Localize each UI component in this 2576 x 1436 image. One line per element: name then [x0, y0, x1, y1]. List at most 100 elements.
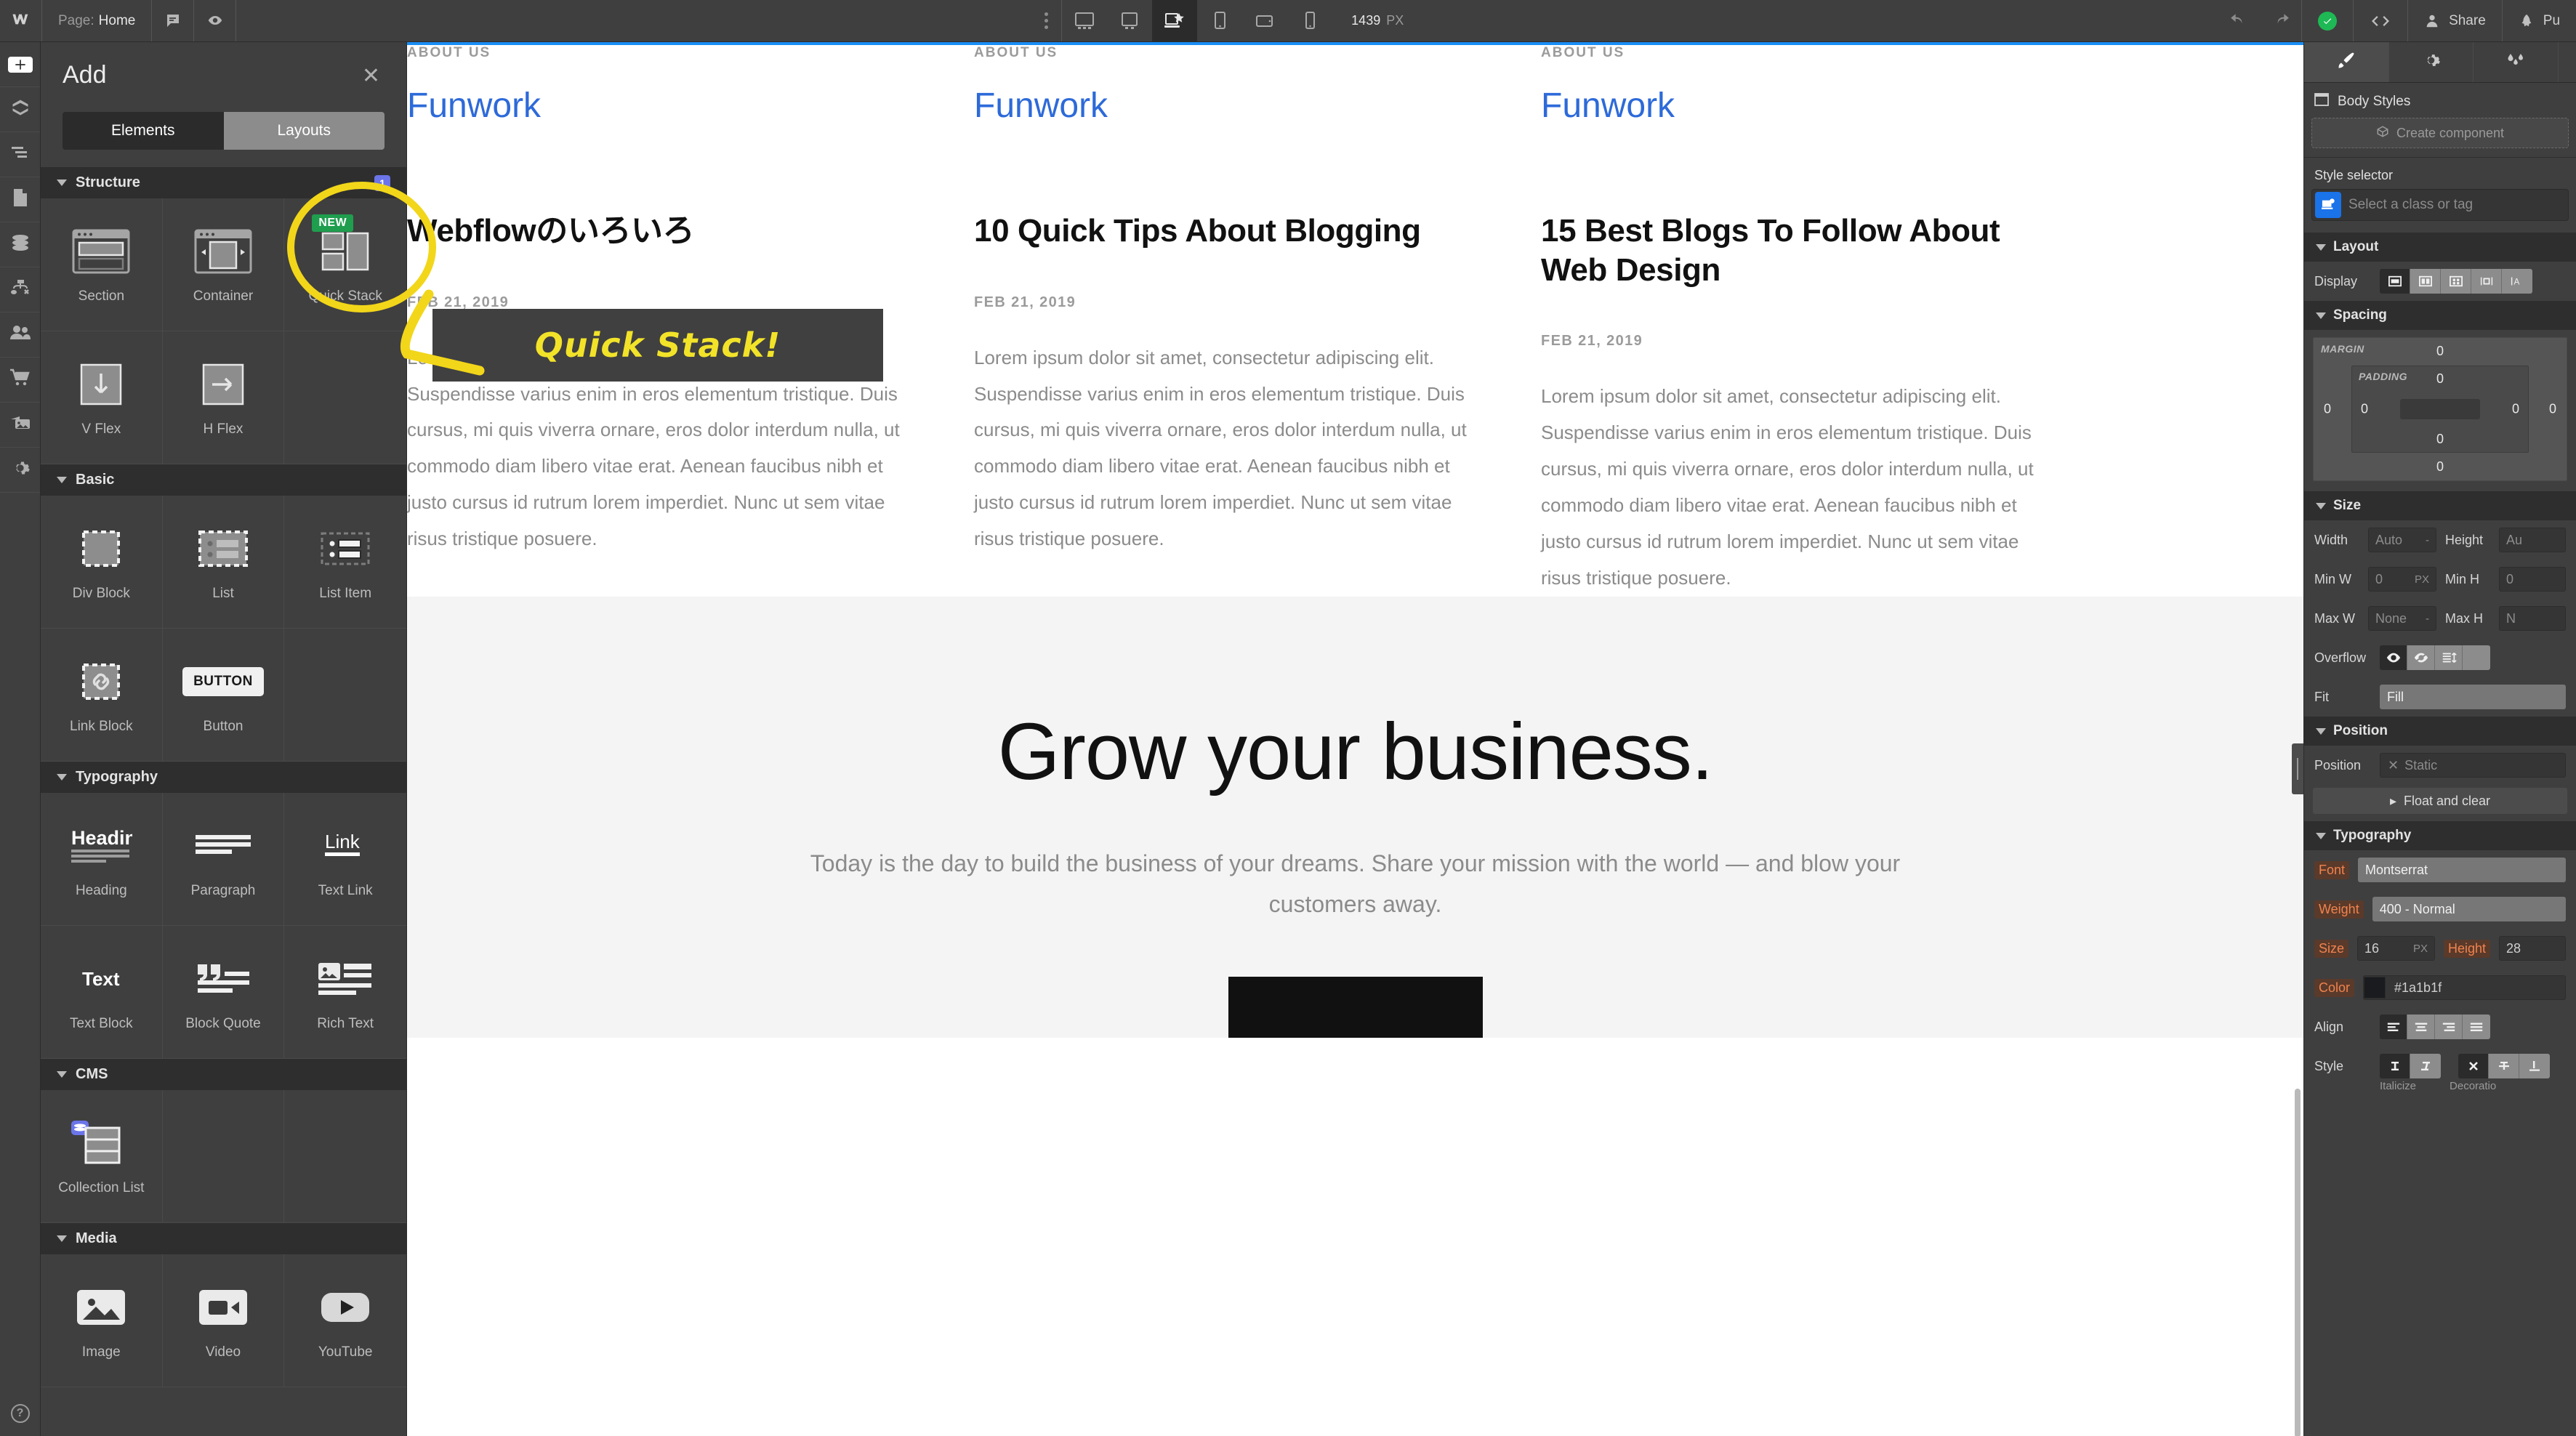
- align-right-option[interactable]: [2435, 1015, 2463, 1039]
- canvas-scrollbar[interactable]: [2295, 1089, 2301, 1436]
- element-section[interactable]: Section: [41, 198, 163, 331]
- min-width-input[interactable]: 0 PX: [2368, 567, 2436, 592]
- margin-left-value[interactable]: 0: [2324, 402, 2331, 417]
- tab-style[interactable]: [2304, 42, 2389, 82]
- section-header-media[interactable]: Media: [41, 1223, 406, 1254]
- decoration-underline-option[interactable]: [2519, 1054, 2550, 1078]
- share-button[interactable]: Share: [2408, 0, 2503, 41]
- element-youtube[interactable]: YouTube: [284, 1254, 406, 1387]
- breakpoint-tablet[interactable]: [1197, 0, 1242, 41]
- element-video[interactable]: Video: [162, 1254, 285, 1387]
- line-height-input[interactable]: 28: [2499, 936, 2566, 961]
- section-header-position[interactable]: Position: [2304, 717, 2576, 746]
- more-options-icon[interactable]: [1031, 0, 1061, 41]
- section-header-spacing[interactable]: Spacing: [2304, 301, 2576, 330]
- overflow-scroll-option[interactable]: [2435, 645, 2463, 670]
- breakpoint-mobile-landscape[interactable]: [1242, 0, 1287, 41]
- spacing-center-chip[interactable]: [2400, 399, 2480, 419]
- padding-right-value[interactable]: 0: [2512, 402, 2519, 417]
- section-header-basic[interactable]: Basic: [41, 464, 406, 496]
- section-header-layout[interactable]: Layout: [2304, 233, 2576, 262]
- publish-button[interactable]: Pu: [2503, 0, 2576, 41]
- rail-item-logic[interactable]: [0, 267, 40, 312]
- rail-item-cms[interactable]: [0, 222, 40, 267]
- canvas-resize-handle[interactable]: [2292, 743, 2303, 794]
- close-icon[interactable]: ✕: [358, 61, 385, 92]
- create-component-button[interactable]: Create component: [2311, 118, 2569, 148]
- margin-top-value[interactable]: 0: [2436, 344, 2444, 359]
- viewport-size[interactable]: 1439 PX: [1332, 0, 1422, 41]
- overflow-visible-option[interactable]: [2380, 645, 2407, 670]
- breakpoint-mobile-portrait[interactable]: [1287, 0, 1332, 41]
- align-justify-option[interactable]: [2463, 1015, 2490, 1039]
- blog-card[interactable]: ABOUT US Funwork 10 Quick Tips About Blo…: [974, 45, 1541, 597]
- webflow-logo-icon[interactable]: [0, 0, 42, 41]
- position-select[interactable]: ✕ Static: [2380, 753, 2566, 778]
- max-height-input[interactable]: N: [2499, 606, 2566, 631]
- tab-interactions[interactable]: [2474, 42, 2559, 82]
- breakpoint-desktop-xl[interactable]: [1062, 0, 1107, 41]
- rail-item-components[interactable]: [0, 87, 40, 132]
- element-div-block[interactable]: Div Block: [41, 496, 163, 629]
- weight-select[interactable]: 400 - Normal: [2372, 897, 2566, 921]
- rail-item-assets[interactable]: [0, 403, 40, 448]
- code-export-icon[interactable]: [2354, 0, 2409, 41]
- display-inline-option[interactable]: A: [2502, 269, 2532, 294]
- width-input[interactable]: Auto -: [2368, 528, 2436, 552]
- rail-item-settings[interactable]: [0, 448, 40, 493]
- element-heading[interactable]: Heading Heading: [41, 793, 163, 926]
- element-collection-list[interactable]: Collection List: [41, 1090, 163, 1223]
- tab-settings[interactable]: [2389, 42, 2474, 82]
- hero-section[interactable]: Grow your business. Today is the day to …: [407, 596, 2303, 1038]
- text-color-input[interactable]: #1a1b1f: [2363, 975, 2566, 1000]
- padding-bottom-value[interactable]: 0: [2436, 432, 2444, 447]
- tab-layouts[interactable]: Layouts: [223, 112, 385, 150]
- margin-bottom-value[interactable]: 0: [2436, 459, 2444, 475]
- element-quick-stack[interactable]: NEW Quick Stack: [284, 198, 406, 331]
- section-header-typography[interactable]: Typography: [2304, 821, 2576, 850]
- element-image[interactable]: Image: [41, 1254, 163, 1387]
- tab-elements[interactable]: Elements: [63, 112, 224, 150]
- tab-overflow[interactable]: [2559, 42, 2576, 82]
- rail-item-users[interactable]: [0, 312, 40, 358]
- display-grid-option[interactable]: [2441, 269, 2471, 294]
- color-swatch[interactable]: [2364, 977, 2386, 999]
- element-block-quote[interactable]: Block Quote: [162, 926, 285, 1059]
- element-list-item[interactable]: List Item: [284, 496, 406, 629]
- margin-box[interactable]: MARGIN 0 0 0 0 PADDING 0 0 0 0: [2313, 337, 2567, 481]
- page-indicator[interactable]: Page: Home: [42, 0, 153, 41]
- padding-top-value[interactable]: 0: [2436, 371, 2444, 387]
- save-status-icon[interactable]: [2302, 0, 2354, 41]
- element-text-link[interactable]: Link Text Link: [284, 793, 406, 926]
- font-size-input[interactable]: 16 PX: [2357, 936, 2435, 961]
- display-block-option[interactable]: [2380, 269, 2410, 294]
- rail-item-ecommerce[interactable]: [0, 358, 40, 403]
- rail-item-add-elements[interactable]: [0, 42, 40, 87]
- float-and-clear-toggle[interactable]: ▸ Float and clear: [2313, 788, 2567, 814]
- rail-item-pages[interactable]: [0, 177, 40, 222]
- decoration-none-option[interactable]: [2458, 1054, 2489, 1078]
- undo-icon[interactable]: [2218, 0, 2260, 41]
- comment-icon[interactable]: [152, 0, 195, 41]
- rail-item-navigator[interactable]: [0, 132, 40, 177]
- preview-eye-icon[interactable]: [194, 0, 237, 41]
- decoration-strikethrough-option[interactable]: [2489, 1054, 2519, 1078]
- redo-icon[interactable]: [2260, 0, 2303, 41]
- height-input[interactable]: Au: [2499, 528, 2566, 552]
- section-header-cms[interactable]: CMS: [41, 1059, 406, 1090]
- section-header-size[interactable]: Size: [2304, 491, 2576, 520]
- min-height-input[interactable]: 0: [2499, 567, 2566, 592]
- padding-left-value[interactable]: 0: [2361, 402, 2368, 417]
- style-upright-option[interactable]: [2380, 1054, 2410, 1078]
- display-flex-option[interactable]: [2410, 269, 2441, 294]
- element-v-flex[interactable]: V Flex: [41, 331, 163, 464]
- site-canvas[interactable]: ABOUT US Funwork Webflowのいろいろ FEB 21, 20…: [407, 42, 2303, 1436]
- overflow-auto-option[interactable]: [2463, 645, 2490, 670]
- element-container[interactable]: Container: [162, 198, 285, 331]
- align-center-option[interactable]: [2407, 1015, 2435, 1039]
- display-inline-block-option[interactable]: [2471, 269, 2502, 294]
- hero-cta-button[interactable]: [1228, 976, 1483, 1038]
- element-button[interactable]: BUTTON Button: [162, 629, 285, 762]
- section-header-typography[interactable]: Typography: [41, 762, 406, 793]
- element-rich-text[interactable]: Rich Text: [284, 926, 406, 1059]
